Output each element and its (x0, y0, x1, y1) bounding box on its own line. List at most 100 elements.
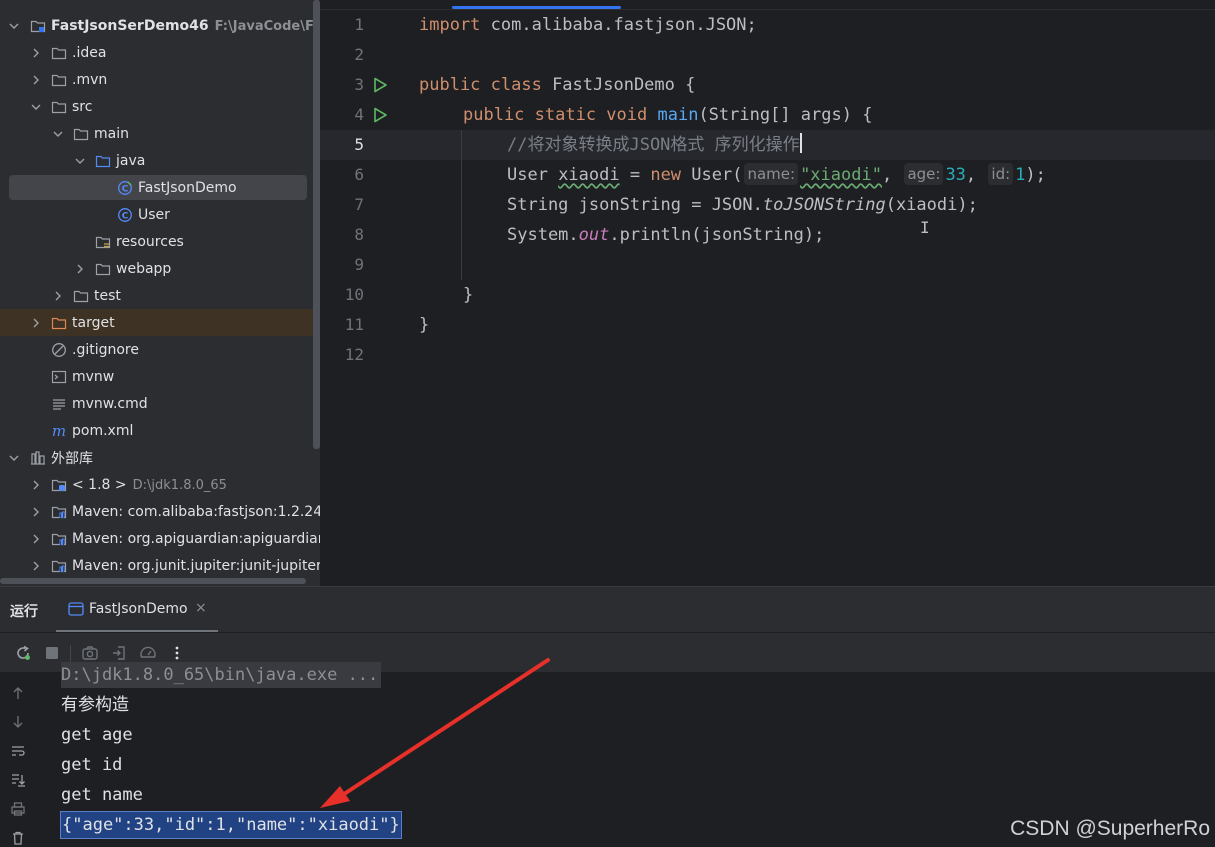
tab-fastjsondemo[interactable]: FastJsonDemo × (56, 587, 218, 632)
tree-item-mvnw-cmd[interactable]: mvnw.cmd (0, 390, 320, 417)
tree-item-webapp[interactable]: webapp (0, 255, 320, 282)
print-icon[interactable] (9, 800, 27, 818)
arrow-down-icon[interactable] (9, 713, 27, 731)
close-icon[interactable]: × (195, 600, 207, 616)
tree-horizontal-scrollbar[interactable] (0, 578, 306, 584)
tree-item-resources[interactable]: resources (0, 228, 320, 255)
tree-item-main[interactable]: main (0, 120, 320, 147)
toolbar-separator (70, 645, 71, 663)
gauge-icon[interactable] (138, 643, 158, 663)
tree-item-label: test (94, 287, 121, 304)
chevron-down-icon[interactable] (52, 128, 64, 140)
trash-icon[interactable] (9, 829, 27, 847)
chevron-right-icon[interactable] (74, 263, 86, 275)
scroll-to-end-icon[interactable] (9, 771, 27, 789)
tree-item-java[interactable]: java (0, 147, 320, 174)
tree-item-mvnw[interactable]: mvnw (0, 363, 320, 390)
svg-text:C: C (122, 211, 129, 221)
mouse-ibeam-cursor: I (920, 218, 930, 237)
maven-library-icon (51, 531, 67, 547)
chevron-right-icon[interactable] (30, 74, 42, 86)
run-icon[interactable] (371, 106, 389, 124)
tree-item-user[interactable]: C User (0, 201, 320, 228)
folder-icon (51, 45, 67, 61)
tree-item-label: Maven: com.alibaba:fastjson:1.2.24 (72, 503, 320, 520)
tree-item-label: .gitignore (72, 341, 139, 358)
line-number: 1 (354, 15, 364, 34)
chevron-right-icon[interactable] (52, 290, 64, 302)
more-options-icon[interactable] (167, 643, 187, 663)
indent-guide (461, 130, 462, 280)
tree-item-jdk[interactable]: < 1.8 > D:\jdk1.8.0_65 (0, 471, 320, 498)
tree-item-label: mvnw (72, 368, 115, 385)
param-hint-age: age: (904, 163, 944, 185)
camera-icon[interactable] (80, 643, 100, 663)
console-line: get name (61, 785, 143, 805)
tree-item-label: resources (116, 233, 184, 250)
tree-item-src[interactable]: src (0, 93, 320, 120)
excluded-folder-icon (51, 315, 67, 331)
stop-icon[interactable] (42, 643, 62, 663)
line-number: 3 (354, 75, 364, 94)
chevron-down-icon[interactable] (8, 20, 20, 32)
java-class-icon: C (117, 207, 133, 223)
run-icon[interactable] (371, 76, 389, 94)
rerun-icon[interactable] (13, 643, 33, 663)
code-line-5: //将对象转换成JSON格式 序列化操作 (507, 133, 802, 155)
chevron-down-icon[interactable] (30, 101, 42, 113)
chevron-right-icon[interactable] (30, 506, 42, 518)
console-line: 有参构造 (61, 695, 129, 715)
tree-item-lib-fastjson[interactable]: Maven: com.alibaba:fastjson:1.2.24 (0, 498, 320, 525)
chevron-right-icon[interactable] (30, 317, 42, 329)
console-line: get age (61, 725, 133, 745)
tree-item-label: src (72, 98, 93, 115)
terminal-file-icon (51, 369, 67, 385)
editor-gutter: 1 2 3 4 5 6 7 8 9 10 11 12 (320, 0, 420, 586)
tree-item-external-libs[interactable]: 外部库 (0, 444, 320, 471)
tree-root[interactable]: FastJsonSerDemo46F:\JavaCode\FastJs (0, 12, 320, 39)
tree-item-lib-junit[interactable]: Maven: org.junit.jupiter:junit-jupiter-a… (0, 552, 320, 579)
line-number-current: 5 (354, 135, 364, 154)
tree-item-test[interactable]: test (0, 282, 320, 309)
tree-item-label: Maven: org.junit.jupiter:junit-jupiter-a… (72, 557, 320, 574)
code-editor[interactable]: 1 2 3 4 5 6 7 8 9 10 11 12 import com.al… (320, 0, 1215, 586)
console-line-json-output[interactable]: {"age":33,"id":1,"name":"xiaodi"} (60, 811, 402, 839)
tree-root-label: FastJsonSerDemo46F:\JavaCode\FastJs (51, 18, 320, 34)
tree-item-target[interactable]: target (0, 309, 320, 336)
maven-icon: m (51, 423, 67, 439)
code-line-8: System.out.println(jsonString); (507, 225, 825, 245)
tree-item-label: 外部库 (51, 450, 93, 467)
resources-folder-icon (95, 234, 111, 250)
chevron-right-icon[interactable] (30, 479, 42, 491)
tree-item-label: java (116, 152, 146, 169)
chevron-down-icon[interactable] (8, 452, 20, 464)
tree-item-mvn[interactable]: .mvn (0, 66, 320, 93)
line-number: 9 (354, 255, 364, 274)
line-number: 4 (354, 105, 364, 124)
code-line-4: public static void main(String[] args) { (463, 105, 873, 125)
tree-vertical-scrollbar[interactable] (313, 0, 320, 449)
soft-wrap-icon[interactable] (9, 742, 27, 760)
maven-library-icon (51, 504, 67, 520)
line-number: 12 (344, 345, 364, 364)
tree-item-gitignore[interactable]: .gitignore (0, 336, 320, 363)
tree-root-path: F:\JavaCode\FastJs (214, 18, 320, 34)
tree-item-idea[interactable]: .idea (0, 39, 320, 66)
jdk-path: D:\jdk1.8.0_65 (132, 477, 227, 493)
tree-item-label: .idea (72, 44, 107, 61)
chevron-down-icon[interactable] (74, 155, 86, 167)
tree-item-fastjsondemo[interactable]: C FastJsonDemo (0, 174, 320, 201)
java-class-icon: C (117, 180, 133, 196)
param-hint-name: name: (744, 163, 799, 185)
exit-icon[interactable] (109, 643, 129, 663)
chevron-right-icon[interactable] (30, 533, 42, 545)
run-panel: 运行 FastJsonDemo × D:\jdk1.8.0_65\bin\jav… (0, 586, 1215, 847)
arrow-up-icon[interactable] (9, 684, 27, 702)
run-panel-title: 运行 (10, 604, 38, 620)
tab-label: FastJsonDemo (89, 601, 188, 617)
tree-item-pom[interactable]: m pom.xml (0, 417, 320, 444)
tree-item-lib-apiguardian[interactable]: Maven: org.apiguardian:apiguardian-a (0, 525, 320, 552)
chevron-right-icon[interactable] (30, 47, 42, 59)
project-tree: FastJsonSerDemo46F:\JavaCode\FastJs .ide… (0, 0, 320, 586)
chevron-right-icon[interactable] (30, 560, 42, 572)
